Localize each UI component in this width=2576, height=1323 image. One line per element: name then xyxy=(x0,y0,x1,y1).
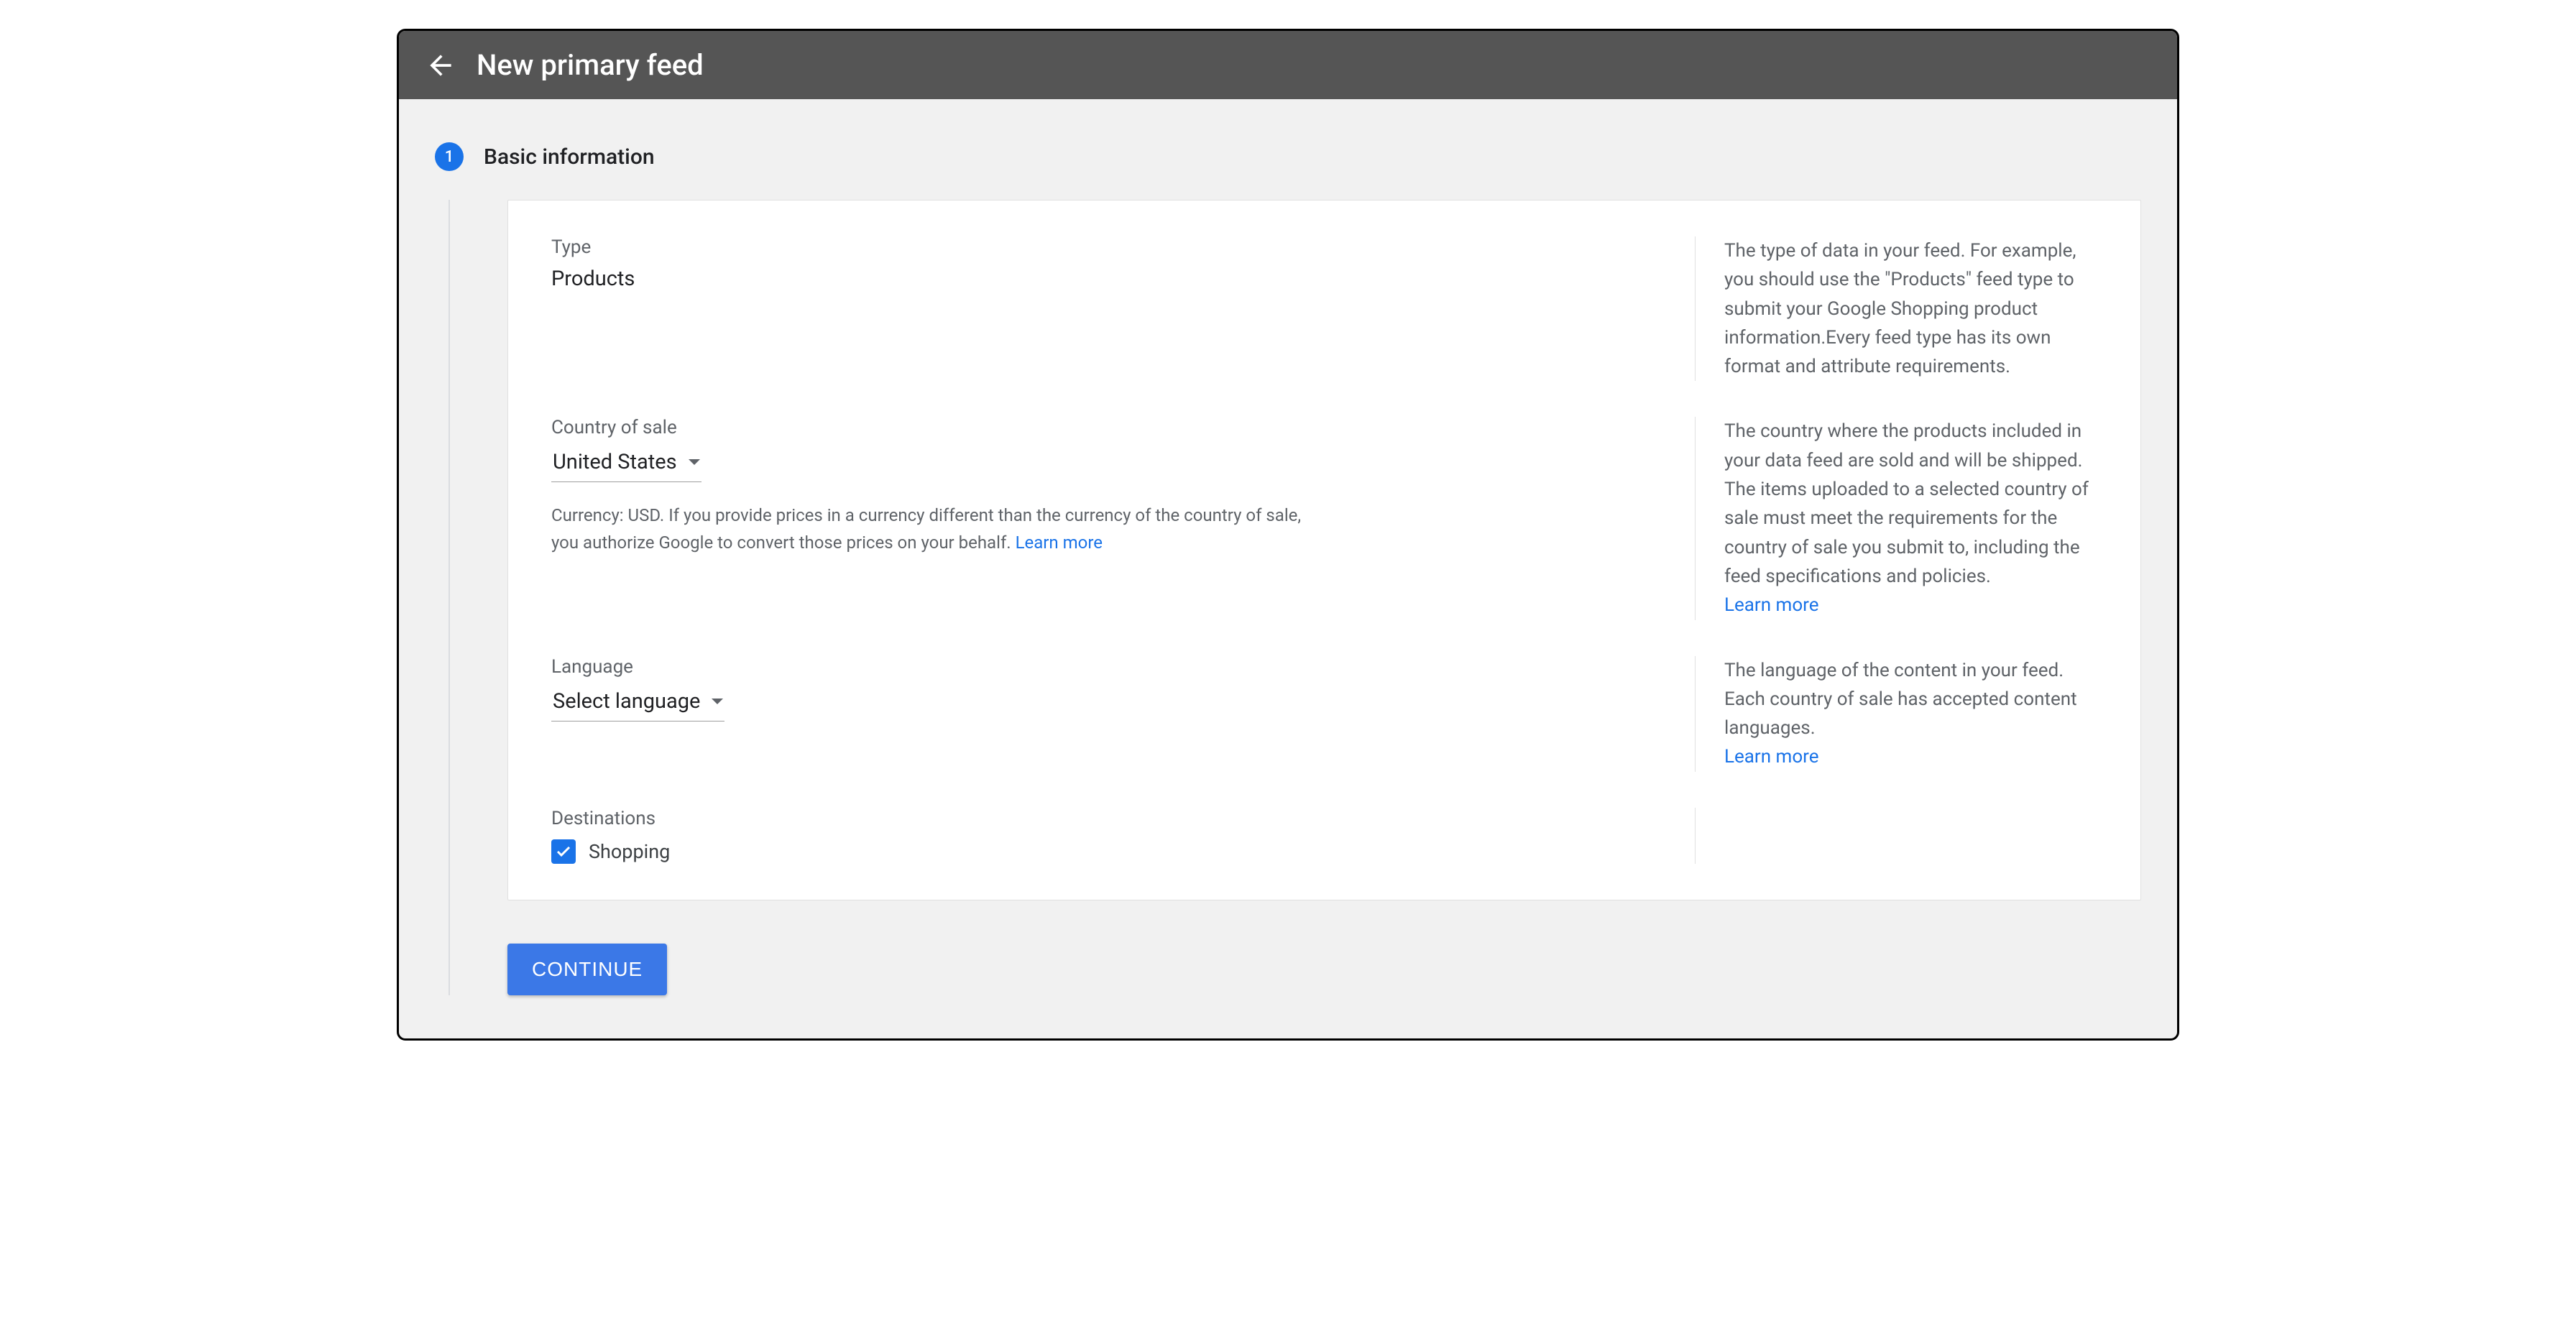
type-label: Type xyxy=(551,236,1666,258)
country-dropdown-value: United States xyxy=(553,450,677,474)
type-value: Products xyxy=(551,267,1666,291)
country-hint-link[interactable]: Learn more xyxy=(1016,533,1103,553)
language-dropdown-value: Select language xyxy=(553,689,700,714)
chevron-down-icon xyxy=(689,459,700,465)
header-bar: New primary feed xyxy=(399,31,2177,99)
back-arrow-icon[interactable] xyxy=(425,50,456,81)
country-dropdown[interactable]: United States xyxy=(551,447,702,482)
continue-button[interactable]: CONTINUE xyxy=(507,944,667,995)
check-icon xyxy=(555,843,572,860)
destinations-section: Destinations Shopping xyxy=(551,808,2097,864)
destination-option-row: Shopping xyxy=(551,839,1666,864)
language-help-link[interactable]: Learn more xyxy=(1724,746,1819,767)
country-section: Country of sale United States Currency: … xyxy=(551,417,2097,619)
language-section: Language Select language The language of… xyxy=(551,656,2097,772)
form-card: Type Products The type of data in your f… xyxy=(507,200,2141,900)
content-area: 1 Basic information Type Products The ty… xyxy=(399,99,2177,1038)
step-title: Basic information xyxy=(484,144,655,170)
chevron-down-icon xyxy=(712,699,723,704)
page-title: New primary feed xyxy=(477,48,704,82)
language-help-text: The language of the content in your feed… xyxy=(1724,656,2097,743)
language-dropdown[interactable]: Select language xyxy=(551,686,724,722)
language-label: Language xyxy=(551,656,1666,678)
country-help-link[interactable]: Learn more xyxy=(1724,594,1819,616)
step-header: 1 Basic information xyxy=(435,142,2141,171)
destinations-label: Destinations xyxy=(551,808,1666,829)
type-section: Type Products The type of data in your f… xyxy=(551,236,2097,381)
country-help-text: The country where the products included … xyxy=(1724,417,2097,591)
shopping-checkbox-label: Shopping xyxy=(589,840,670,863)
country-hint: Currency: USD. If you provide prices in … xyxy=(551,502,1306,556)
step-number-badge: 1 xyxy=(435,142,464,171)
shopping-checkbox[interactable] xyxy=(551,839,576,864)
country-label: Country of sale xyxy=(551,417,1666,438)
app-frame: New primary feed 1 Basic information Typ… xyxy=(397,29,2179,1041)
type-help-text: The type of data in your feed. For examp… xyxy=(1695,236,2097,381)
country-hint-text: Currency: USD. If you provide prices in … xyxy=(551,505,1301,552)
